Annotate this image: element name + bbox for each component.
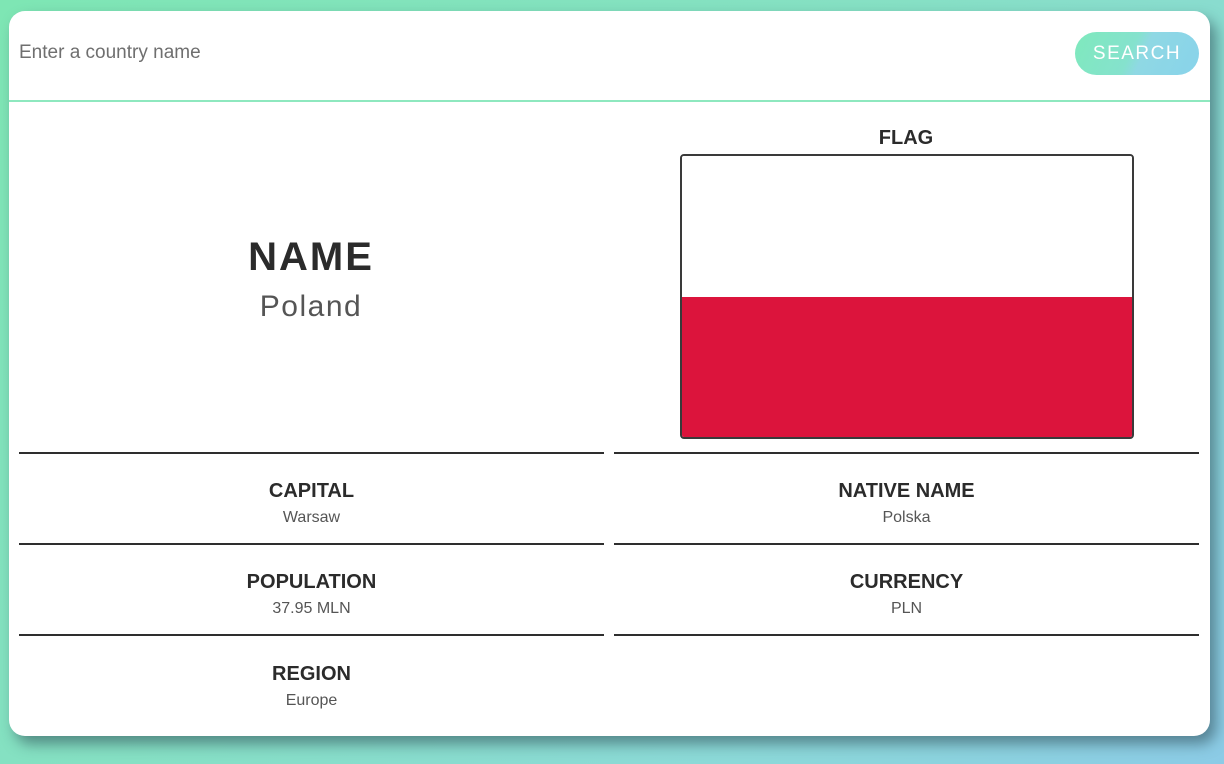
- country-search-input[interactable]: [17, 35, 921, 71]
- region-value: Europe: [285, 692, 338, 709]
- country-card: SEARCH NAME Poland FLAG CAPITAL Warsaw N…: [9, 11, 1210, 736]
- population-value: 37.95 MLN: [272, 600, 351, 617]
- region-field: REGION Europe: [19, 662, 604, 711]
- native-name-value: Polska: [882, 509, 931, 526]
- divider-left-1: [19, 452, 604, 454]
- flag-red-stripe: [682, 296, 1132, 437]
- currency-label: CURRENCY: [849, 571, 964, 593]
- divider-right-3: [614, 634, 1199, 636]
- capital-field: CAPITAL Warsaw: [19, 479, 604, 528]
- population-label: POPULATION: [246, 571, 377, 593]
- native-name-label: NATIVE NAME: [838, 480, 975, 502]
- divider-left-2: [19, 543, 604, 545]
- capital-value: Warsaw: [282, 509, 341, 526]
- search-button[interactable]: SEARCH: [1075, 32, 1199, 75]
- flag-white-stripe: [682, 156, 1132, 297]
- divider-right-1: [614, 452, 1199, 454]
- name-label: NAME: [248, 235, 374, 279]
- divider-left-3: [19, 634, 604, 636]
- divider-right-2: [614, 543, 1199, 545]
- native-name-field: NATIVE NAME Polska: [614, 479, 1199, 528]
- flag-label: FLAG: [878, 127, 934, 149]
- search-bar: SEARCH: [9, 11, 1210, 102]
- currency-field: CURRENCY PLN: [614, 570, 1199, 619]
- currency-value: PLN: [890, 600, 923, 617]
- population-field: POPULATION 37.95 MLN: [19, 570, 604, 619]
- country-flag-image: [680, 154, 1134, 439]
- country-name-value: Poland: [259, 290, 363, 323]
- name-section: NAME Poland: [19, 233, 603, 325]
- region-label: REGION: [272, 663, 351, 685]
- capital-label: CAPITAL: [268, 480, 355, 502]
